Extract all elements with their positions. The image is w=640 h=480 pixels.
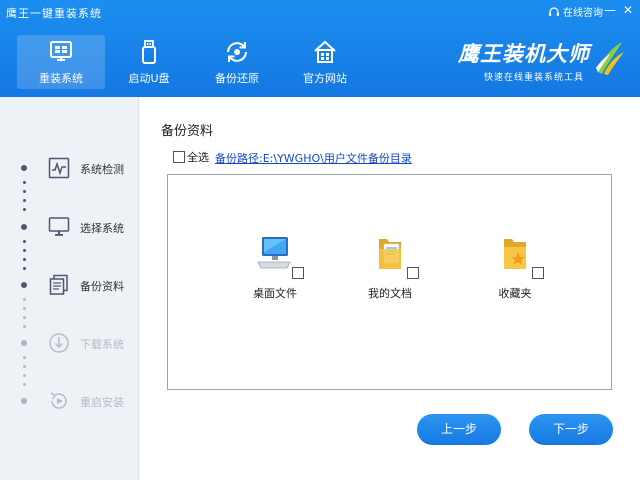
backup-items-box: 桌面文件 我的文档 收藏夹: [167, 174, 612, 390]
nav-label: 备份还原: [215, 72, 259, 85]
steps-sidebar: 系统检测 选择系统 备份资料 下载系统 重启安装: [0, 97, 139, 480]
window-title: 鹰王一键重装系统: [6, 7, 102, 20]
online-help-link[interactable]: 在线咨询: [548, 4, 603, 19]
minimize-button[interactable]: —: [602, 2, 618, 18]
close-button[interactable]: ✕: [620, 2, 636, 18]
computer-desktop-icon: [257, 237, 291, 269]
file-item-favorites[interactable]: 收藏夹: [470, 233, 560, 303]
header: 鹰王一键重装系统 在线咨询 — ✕ 重装系统 启动U盘 备份还原 官方网站 鹰王…: [0, 0, 640, 97]
restart-icon: [50, 392, 67, 409]
file-label: 桌面文件: [253, 287, 297, 300]
step-dot: [21, 224, 27, 230]
nav-item-reinstall[interactable]: 重装系统: [17, 35, 105, 89]
checkbox[interactable]: [532, 267, 544, 279]
nav-item-usb[interactable]: 启动U盘: [105, 35, 193, 89]
backup-path-link[interactable]: 备份路径:E:\YWGHO\用户文件备份目录: [215, 150, 412, 166]
step-label: 系统检测: [80, 163, 124, 176]
previous-step-button[interactable]: 上一步: [417, 414, 501, 445]
usb-icon: [142, 40, 156, 64]
download-icon: [49, 333, 69, 353]
step-dot: [21, 398, 27, 404]
favorites-folder-icon: [504, 239, 526, 269]
step-dot: [21, 340, 27, 346]
backup-restore-icon: [227, 42, 247, 62]
select-all-label: 全选: [187, 151, 209, 164]
step-label: 选择系统: [80, 222, 124, 235]
file-label: 收藏夹: [498, 287, 532, 300]
nav-label: 重装系统: [39, 72, 83, 85]
nav-item-website[interactable]: 官方网站: [281, 35, 369, 89]
brand-name: 鹰王装机大师: [458, 42, 590, 66]
brand-slogan: 快速在线重装系统工具: [484, 73, 585, 83]
checkbox[interactable]: [292, 267, 304, 279]
nav-item-backup[interactable]: 备份还原: [193, 35, 281, 89]
headset-icon: [549, 6, 559, 16]
step-restart-install: 重启安装: [0, 381, 139, 421]
online-help-label: 在线咨询: [563, 8, 603, 19]
select-all-checkbox[interactable]: 全选: [173, 149, 209, 165]
documents-folder-icon: [379, 239, 401, 269]
main-nav: 重装系统 启动U盘 备份还原 官方网站: [17, 35, 369, 89]
checkbox[interactable]: [173, 151, 185, 163]
desktop-icon: [48, 217, 70, 236]
brand: 鹰王装机大师 快速在线重装系统工具: [456, 36, 626, 88]
step-label: 下载系统: [80, 338, 124, 351]
file-item-desktop[interactable]: 桌面文件: [230, 233, 320, 303]
checkbox[interactable]: [407, 267, 419, 279]
step-backup-data: 备份资料: [0, 265, 139, 305]
step-dot: [21, 165, 27, 171]
pulse-monitor-icon: [48, 157, 70, 179]
step-dot: [21, 282, 27, 288]
nav-label: 官方网站: [303, 72, 347, 85]
file-label: 我的文档: [368, 287, 412, 300]
copy-documents-icon: [49, 274, 68, 295]
eagle-logo-icon: [596, 42, 624, 75]
step-download-system: 下载系统: [0, 323, 139, 363]
step-system-check: 系统检测: [0, 148, 139, 188]
monitor-icon: [50, 41, 72, 61]
main-panel: 备份资料 全选 备份路径:E:\YWGHO\用户文件备份目录 桌面文件 我的文档…: [140, 97, 640, 480]
next-step-button[interactable]: 下一步: [529, 414, 613, 445]
home-icon: [314, 40, 336, 63]
nav-label: 启动U盘: [128, 72, 170, 85]
step-label: 备份资料: [80, 280, 124, 293]
file-item-documents[interactable]: 我的文档: [345, 233, 435, 303]
step-select-system: 选择系统: [0, 207, 139, 247]
step-label: 重启安装: [80, 396, 124, 409]
section-title: 备份资料: [161, 124, 214, 139]
